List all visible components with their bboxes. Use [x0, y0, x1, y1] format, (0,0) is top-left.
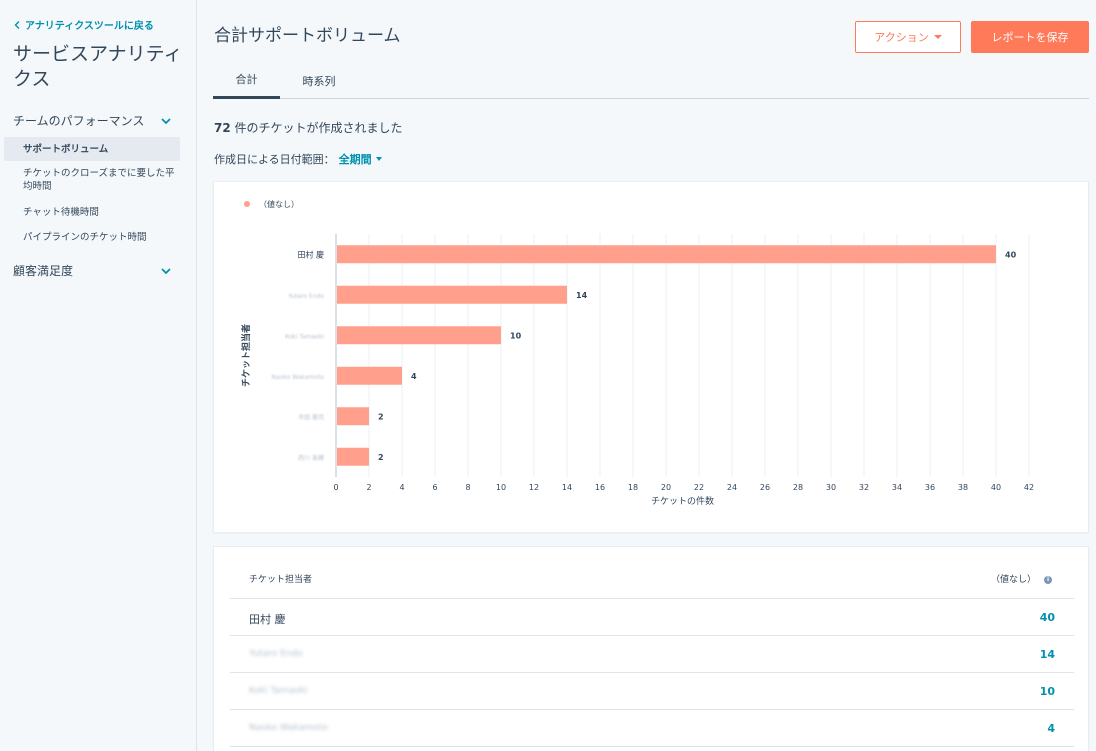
ticket-summary: 72 件のチケットが作成されました	[214, 119, 403, 136]
sidebar-item-label: サポートボリューム	[23, 143, 109, 155]
back-to-analytics-link[interactable]: アナリティクスツールに戻る	[14, 17, 154, 32]
row-value[interactable]: 10	[1040, 685, 1055, 698]
x-tick-label: 14	[562, 483, 572, 492]
data-label: 4	[411, 372, 417, 381]
save-report-button[interactable]: レポートを保存	[971, 21, 1089, 53]
caret-down-icon	[375, 157, 382, 161]
column-header-value-label: （値なし）	[990, 575, 1036, 585]
sidebar-title: サービスアナリティクス	[13, 43, 183, 90]
x-tick-label: 8	[465, 483, 470, 492]
action-button-label: アクション	[874, 31, 929, 44]
sidebar-item-support-volume[interactable]: サポートボリューム	[4, 137, 180, 161]
page-title: 合計サポートボリューム	[214, 26, 401, 46]
legend-swatch	[244, 201, 250, 207]
y-tick-label: 田村 慶	[297, 249, 324, 259]
column-header-value: （値なし） i	[991, 572, 1052, 585]
y-axis-title: チケット担当者	[240, 324, 252, 387]
data-label: 40	[1005, 250, 1017, 259]
sidebar-item-chat-wait-time[interactable]: チャット待機時間	[4, 206, 180, 219]
row-value[interactable]: 4	[1047, 722, 1055, 735]
sidebar-item-label: チャット待機時間	[23, 207, 99, 218]
x-tick-label: 10	[496, 483, 506, 492]
row-owner-name: 田村 慶	[249, 613, 286, 626]
ticket-count: 72	[214, 121, 231, 135]
x-tick-label: 42	[1024, 483, 1034, 492]
data-label: 2	[378, 412, 384, 421]
row-owner-name: Koki Tamaoki	[249, 686, 308, 696]
y-tick-label: Yutaro Endo	[287, 293, 324, 300]
sidebar-item-label: パイプラインのチケット時間	[23, 232, 147, 243]
tab-time-series[interactable]: 時系列	[291, 62, 347, 99]
x-tick-label: 6	[432, 483, 437, 492]
sidebar-item-pipeline-ticket-time[interactable]: パイプラインのチケット時間	[4, 231, 180, 244]
bar	[337, 366, 402, 385]
data-table: チケット担当者 （値なし） i 田村 慶 40 Yutaro Endo 14 Ko…	[213, 546, 1089, 751]
date-range-value: 全期間	[338, 153, 372, 166]
tab-total[interactable]: 合計	[213, 62, 280, 99]
x-tick-label: 40	[991, 483, 1001, 492]
action-dropdown-button[interactable]: アクション	[855, 21, 961, 53]
bar	[337, 407, 369, 426]
x-tick-label: 22	[694, 483, 704, 492]
table-row: Naoko Wakamoto 4	[230, 709, 1074, 746]
x-tick-label: 32	[859, 483, 869, 492]
date-range-dropdown[interactable]: 全期間	[339, 151, 382, 167]
data-label: 10	[510, 331, 522, 340]
bar	[337, 245, 996, 264]
sidebar-item-label: チケットのクローズまでに要した平均時間	[23, 168, 175, 192]
table-row: Koki Tamaoki 10	[230, 672, 1074, 709]
caret-down-icon	[933, 35, 942, 39]
sidebar-item-avg-close-time[interactable]: チケットのクローズまでに要した平均時間	[4, 167, 180, 193]
x-tick-label: 36	[925, 483, 935, 492]
chart-card: （値なし） 0 2 4 6 8 10 12 14 16 18 20 22 24 26 28 30 32 34 36 38…	[213, 181, 1089, 533]
view-tabs: 合計 時系列	[213, 62, 1089, 99]
x-tick-label: 34	[892, 483, 902, 492]
column-header-owner: チケット担当者	[249, 575, 313, 585]
x-tick-label: 30	[826, 483, 836, 492]
x-tick-label: 24	[727, 483, 737, 492]
data-label: 14	[576, 291, 588, 300]
chevron-down-icon	[161, 267, 171, 274]
ticket-summary-text: 件のチケットが作成されました	[234, 121, 403, 135]
x-tick-label: 18	[628, 483, 638, 492]
info-icon[interactable]: i	[1044, 575, 1052, 584]
x-tick-label: 16	[595, 483, 605, 492]
sidebar-section-customer-satisfaction[interactable]: 顧客満足度	[13, 262, 173, 279]
date-range-label: 作成日による日付範囲：	[214, 153, 335, 166]
table-row: Yutaro Endo 14	[230, 635, 1074, 672]
chevron-down-icon	[161, 117, 171, 124]
x-tick-label: 4	[399, 483, 404, 492]
x-axis-title: チケットの件数	[651, 495, 714, 507]
y-tick-label: 西川 美穂	[298, 454, 324, 462]
row-owner-name: Yutaro Endo	[249, 649, 303, 659]
bar	[337, 326, 501, 345]
x-tick-label: 0	[333, 483, 338, 492]
x-tick-label: 26	[760, 483, 770, 492]
sidebar-section-label: チームのパフォーマンス	[13, 114, 145, 128]
sidebar-section-label: 顧客満足度	[13, 264, 74, 278]
y-tick-label: 市田 雅司	[298, 413, 324, 421]
x-tick-label: 28	[793, 483, 803, 492]
back-link-label: アナリティクスツールに戻る	[25, 21, 154, 32]
sidebar: アナリティクスツールに戻る サービスアナリティクス チームのパフォーマンス サポ…	[0, 0, 197, 751]
legend-label: （値なし）	[259, 199, 299, 209]
x-tick-label: 12	[529, 483, 539, 492]
table-row	[230, 746, 1074, 751]
chevron-left-icon	[14, 20, 20, 29]
y-tick-label: Koki Tamaoki	[285, 333, 324, 340]
date-range-filter: 作成日による日付範囲： 全期間	[214, 151, 382, 167]
row-owner-name: Naoko Wakamoto	[249, 723, 328, 733]
bar	[337, 447, 369, 466]
x-tick-label: 2	[366, 483, 371, 492]
row-value[interactable]: 14	[1040, 648, 1055, 661]
x-tick-label: 38	[958, 483, 968, 492]
bar-chart: （値なし）0 2 4 6 8 10 12 14 16 18 20 22 24 26 28 30 32 34 36 38…	[240, 199, 1034, 507]
x-tick-label: 20	[661, 483, 671, 492]
sidebar-section-team-performance[interactable]: チームのパフォーマンス	[13, 112, 173, 129]
table-row: 田村 慶 40	[230, 598, 1074, 635]
y-tick-label: Naoko Wakamoto	[272, 374, 325, 381]
bar	[337, 285, 567, 304]
data-label: 2	[378, 453, 384, 462]
row-value[interactable]: 40	[1040, 611, 1055, 624]
